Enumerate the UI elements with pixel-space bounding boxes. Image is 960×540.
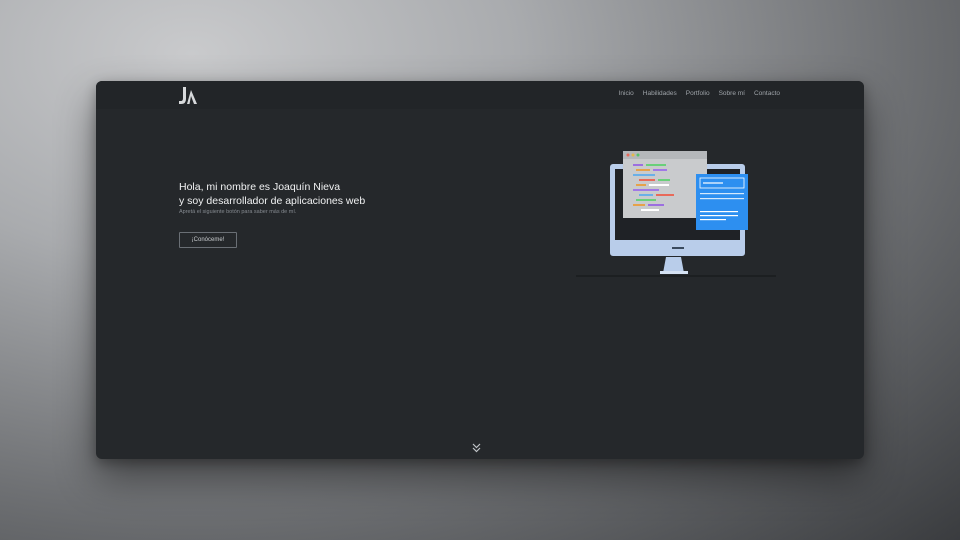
browser-window: Inicio Habilidades Portfolio Sobre mí Co…	[96, 81, 864, 459]
nav-item-portfolio[interactable]: Portfolio	[686, 90, 710, 97]
nav-item-inicio[interactable]: Inicio	[619, 90, 634, 97]
computer-code-illustration	[576, 151, 776, 277]
main-nav: Inicio Habilidades Portfolio Sobre mí Co…	[619, 90, 780, 97]
hero-subtitle: Apretá el siguiente botón para saber más…	[179, 209, 297, 215]
double-chevron-down-icon[interactable]	[472, 443, 481, 453]
hero-title-line1: Hola, mi nombre es Joaquín Nieva	[179, 181, 341, 193]
hero-title: Hola, mi nombre es Joaquín Nieva y soy d…	[179, 181, 365, 208]
top-navbar: Inicio Habilidades Portfolio Sobre mí Co…	[96, 81, 864, 109]
jn-logo-icon[interactable]	[178, 86, 198, 105]
hero-title-line2: y soy desarrollador de aplicaciones web	[179, 194, 366, 207]
nav-item-sobre-mi[interactable]: Sobre mí	[719, 90, 745, 97]
nav-item-habilidades[interactable]: Habilidades	[643, 90, 677, 97]
conoceme-button[interactable]: ¡Conóceme!	[179, 232, 237, 248]
nav-item-contacto[interactable]: Contacto	[754, 90, 780, 97]
